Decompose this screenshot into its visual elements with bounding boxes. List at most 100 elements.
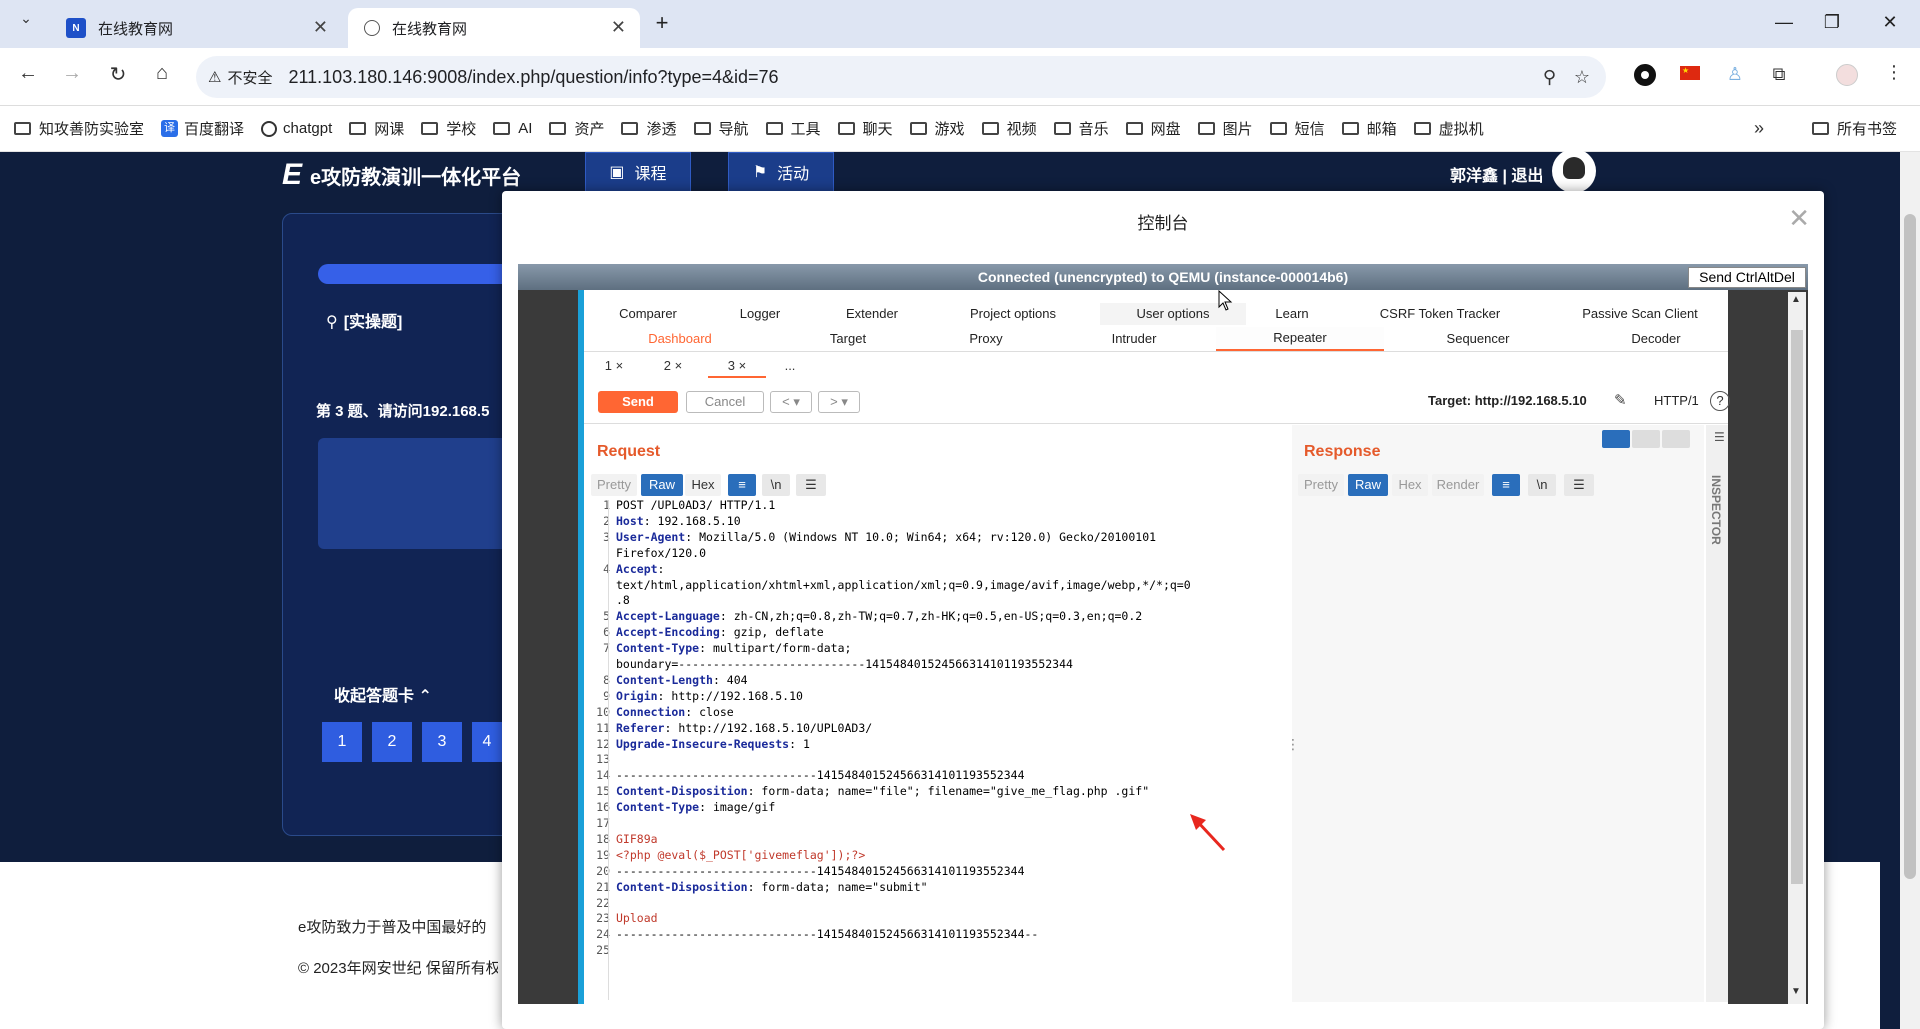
request-menu-icon[interactable]: ☰ <box>796 474 826 496</box>
restore-icon[interactable]: ❐ <box>1820 12 1844 33</box>
burp-tab-sequencer[interactable]: Sequencer <box>1430 328 1526 350</box>
inspector-menu-icon[interactable]: ☰ <box>1714 430 1725 444</box>
bookmark-item[interactable]: 图片 <box>1197 118 1253 139</box>
profile-avatar[interactable] <box>1836 64 1858 86</box>
request-editor[interactable]: 1 POST /UPL0AD3/ HTTP/1.1 2 Host: 192.168.5… <box>592 497 1288 1002</box>
edit-pencil-icon[interactable]: ✎ <box>1614 391 1627 409</box>
bookmark-star-icon[interactable]: ☆ <box>1574 67 1590 88</box>
bookmark-item[interactable]: 短信 <box>1269 118 1325 139</box>
bookmark-item[interactable]: 知攻善防实验室 <box>14 118 144 139</box>
china-flag-icon[interactable]: ★ <box>1680 66 1700 80</box>
burp-tab-extender[interactable]: Extender <box>824 303 920 325</box>
user-avatar[interactable] <box>1552 149 1596 193</box>
url-text[interactable]: 211.103.180.146:9008/index.php/question/… <box>288 67 778 88</box>
burp-tab-intruder[interactable]: Intruder <box>1086 328 1182 350</box>
send-button[interactable]: Send <box>598 391 678 413</box>
question-number-button[interactable]: 1 <box>322 722 362 762</box>
layout-side-by-side-icon[interactable] <box>1602 430 1630 448</box>
burp-tab-logger[interactable]: Logger <box>712 303 808 325</box>
question-number-button[interactable]: 2 <box>372 722 412 762</box>
nav-courses-button[interactable]: ▣ 课程 <box>585 152 691 192</box>
burp-tab-dashboard[interactable]: Dashboard <box>630 328 730 350</box>
site-logo[interactable]: Ee攻防教演训一体化平台 <box>282 158 521 192</box>
question-number-button[interactable]: 4 <box>472 722 502 762</box>
pane-resize-handle[interactable]: ⋮ <box>1286 736 1300 753</box>
bookmark-item[interactable]: 游戏 <box>909 118 965 139</box>
burp-tab-project-options[interactable]: Project options <box>948 303 1078 325</box>
history-forward-button[interactable]: > ▾ <box>818 391 860 413</box>
collapse-answer-card-toggle[interactable]: 收起答题卡 ⌃ <box>334 682 432 706</box>
http-version[interactable]: HTTP/1 <box>1654 393 1699 408</box>
burp-tab-comparer[interactable]: Comparer <box>600 303 696 325</box>
inspector-panel[interactable]: INSPECTOR <box>1706 425 1728 1002</box>
extension-circle-icon[interactable] <box>1634 64 1656 86</box>
close-tab-icon[interactable]: ✕ <box>313 17 328 38</box>
vnc-scrollbar-thumb[interactable] <box>1791 330 1803 884</box>
bookmark-item[interactable]: 视频 <box>981 118 1037 139</box>
extension-figure-icon[interactable]: ♙ <box>1724 64 1746 86</box>
bookmark-item[interactable]: 工具 <box>765 118 821 139</box>
burp-tab-learn[interactable]: Learn <box>1262 303 1322 325</box>
insecure-indicator[interactable]: ⚠ 不安全 <box>208 67 272 88</box>
browser-tab-1[interactable]: N 在线教育网 ✕ <box>50 8 342 48</box>
close-tab-icon[interactable]: ✕ <box>611 17 626 38</box>
close-window-icon[interactable]: ✕ <box>1878 12 1902 33</box>
answer-box[interactable] <box>318 438 518 549</box>
burp-tab-decoder[interactable]: Decoder <box>1608 328 1704 350</box>
browser-tab-2[interactable]: 在线教育网 ✕ <box>348 8 640 48</box>
repeater-subtab-3[interactable]: 3 × <box>708 354 766 378</box>
burp-tab-csrf-token-tracker[interactable]: CSRF Token Tracker <box>1370 303 1510 325</box>
bookmark-item[interactable]: 音乐 <box>1053 118 1109 139</box>
all-bookmarks[interactable]: 所有书签 <box>1812 118 1897 139</box>
bookmark-item[interactable]: 虚拟机 <box>1413 118 1484 139</box>
layout-tabs-icon[interactable] <box>1662 430 1690 448</box>
request-view-hex[interactable]: Hex <box>685 474 721 496</box>
request-newline-icon[interactable]: \n <box>762 474 790 496</box>
response-view-raw[interactable]: Raw <box>1348 474 1388 496</box>
reload-icon[interactable]: ↻ <box>104 62 132 87</box>
bookmark-item[interactable]: 邮箱 <box>1341 118 1397 139</box>
back-icon[interactable]: ← <box>14 62 42 85</box>
scroll-down-icon[interactable]: ▼ <box>1791 986 1801 997</box>
response-wrap-icon[interactable]: ≡ <box>1492 474 1520 496</box>
layout-vertical-icon[interactable] <box>1632 430 1660 448</box>
page-scrollbar-thumb[interactable] <box>1904 214 1916 879</box>
user-logout[interactable]: 郭洋鑫 | 退出 <box>1450 162 1543 186</box>
zoom-icon[interactable]: ⚲ <box>1543 67 1556 88</box>
close-modal-icon[interactable]: ✕ <box>1788 203 1810 234</box>
scroll-up-icon[interactable]: ▲ <box>1791 294 1801 305</box>
browser-menu-icon[interactable]: ⋮ <box>1880 62 1908 83</box>
bookmark-item[interactable]: 聊天 <box>837 118 893 139</box>
response-menu-icon[interactable]: ☰ <box>1564 474 1594 496</box>
repeater-subtab-more[interactable]: ... <box>770 354 810 378</box>
bookmark-item[interactable]: AI <box>493 120 532 137</box>
bookmark-item[interactable]: 网课 <box>349 118 404 139</box>
omnibox[interactable]: ⚠ 不安全 211.103.180.146:9008/index.php/ques… <box>196 56 1606 98</box>
burp-tab-passive-scan-client[interactable]: Passive Scan Client <box>1570 303 1710 325</box>
response-view-render[interactable]: Render <box>1432 474 1484 496</box>
bookmark-item[interactable]: 导航 <box>693 118 749 139</box>
history-back-button[interactable]: < ▾ <box>770 391 812 413</box>
home-icon[interactable]: ⌂ <box>148 62 176 85</box>
response-newline-icon[interactable]: \n <box>1528 474 1556 496</box>
bookmark-item[interactable]: 渗透 <box>621 118 677 139</box>
bookmark-item[interactable]: chatgpt <box>261 120 332 137</box>
repeater-subtab-1[interactable]: 1 × <box>594 354 634 378</box>
question-number-button[interactable]: 3 <box>422 722 462 762</box>
cancel-button[interactable]: Cancel <box>686 391 764 413</box>
send-ctrl-alt-del-button[interactable]: Send CtrlAltDel <box>1688 267 1806 288</box>
help-icon[interactable]: ? <box>1710 391 1730 411</box>
repeater-subtab-2[interactable]: 2 × <box>652 354 694 378</box>
bookmark-item[interactable]: 资产 <box>549 118 604 139</box>
burp-tab-repeater[interactable]: Repeater <box>1216 327 1384 351</box>
minimize-icon[interactable]: — <box>1772 12 1796 33</box>
request-view-raw[interactable]: Raw <box>641 474 683 496</box>
forward-icon[interactable]: → <box>58 62 86 85</box>
new-tab-icon[interactable]: + <box>650 10 674 36</box>
bookmark-item[interactable]: 网盘 <box>1125 118 1181 139</box>
burp-tab-target[interactable]: Target <box>800 328 896 350</box>
more-bookmarks-icon[interactable]: » <box>1754 118 1764 139</box>
extensions-puzzle-icon[interactable]: ⧉ <box>1768 64 1790 86</box>
bookmark-item[interactable]: 学校 <box>421 118 476 139</box>
nav-activities-button[interactable]: ⚑ 活动 <box>728 152 834 192</box>
